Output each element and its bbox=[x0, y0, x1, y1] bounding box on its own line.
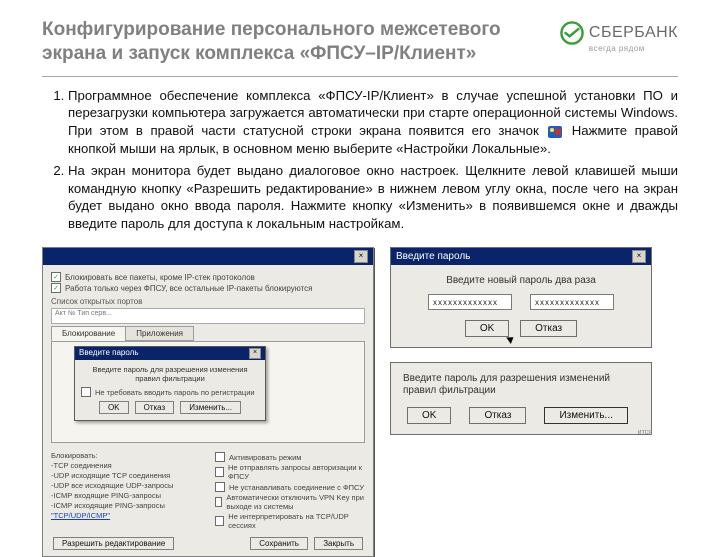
inner-password-dialog: Введите пароль × Введите пароль для разр… bbox=[74, 346, 266, 421]
header: Конфигурирование персонального межсетево… bbox=[42, 18, 678, 77]
slide: Конфигурирование персонального межсетево… bbox=[0, 0, 720, 540]
tray-icon bbox=[548, 126, 562, 138]
page-title: Конфигурирование персонального межсетево… bbox=[42, 18, 562, 66]
close-icon[interactable]: × bbox=[632, 250, 646, 263]
checkbox[interactable] bbox=[81, 387, 91, 397]
protocol-link[interactable]: "TCP/UDP/ICMP" bbox=[51, 511, 201, 520]
change-button[interactable]: Изменить... bbox=[544, 407, 627, 424]
instruction-1: Программное обеспечение комплекса «ФПСУ-… bbox=[68, 87, 678, 158]
ok-button[interactable]: OK bbox=[407, 407, 451, 424]
filter-dialog-message: Введите пароль для разрешения изменений … bbox=[403, 373, 639, 397]
body: Программное обеспечение комплекса «ФПСУ-… bbox=[42, 87, 678, 557]
close-icon[interactable]: × bbox=[354, 250, 368, 263]
checkbox[interactable]: ✓ bbox=[51, 283, 61, 293]
cancel-button[interactable]: Отказ bbox=[135, 401, 175, 414]
password-field-2[interactable]: xxxxxxxxxxxxx bbox=[530, 294, 614, 310]
close-icon[interactable]: × bbox=[249, 348, 261, 359]
instruction-list: Программное обеспечение комплекса «ФПСУ-… bbox=[42, 87, 678, 234]
checkbox[interactable] bbox=[215, 497, 222, 507]
password-dialog-title: Введите пароль bbox=[396, 251, 470, 262]
settings-window-titlebar: × bbox=[43, 248, 373, 265]
tabs: Блокирование Приложения bbox=[51, 326, 365, 341]
checkbox[interactable] bbox=[215, 516, 224, 526]
cancel-button[interactable]: Отказ bbox=[469, 407, 526, 424]
right-dialog-column: Введите пароль × Введите новый пароль дв… bbox=[390, 247, 652, 557]
logo-tagline: всегда рядом bbox=[589, 44, 678, 53]
logo-text: СБЕРБАНК bbox=[589, 24, 678, 42]
password-hint: Введите новый пароль два раза bbox=[401, 275, 641, 286]
close-button[interactable]: Закрыть bbox=[314, 537, 363, 550]
inner-dialog-title: Введите пароль bbox=[79, 348, 139, 359]
ok-button[interactable]: OK bbox=[465, 320, 509, 337]
cropped-text: ится bbox=[634, 429, 652, 436]
cancel-button[interactable]: Отказ bbox=[520, 320, 577, 337]
ok-button[interactable]: OK bbox=[99, 401, 129, 414]
instruction-2: На экран монитора будет выдано диалогово… bbox=[68, 162, 678, 233]
checkbox[interactable] bbox=[215, 482, 225, 492]
brand-logo: СБЕРБАНК всегда рядом bbox=[559, 20, 678, 53]
checkbox[interactable]: ✓ bbox=[51, 272, 61, 282]
allow-edit-button[interactable]: Разрешить редактирование bbox=[53, 537, 174, 550]
screenshots-row: × ✓Блокировать все пакеты, кроме IP-стек… bbox=[42, 247, 678, 557]
tab-blocking[interactable]: Блокирование bbox=[51, 326, 126, 341]
checkbox[interactable] bbox=[215, 452, 225, 462]
password-field-1[interactable]: xxxxxxxxxxxxx bbox=[428, 294, 512, 310]
tab-panel: Введите пароль × Введите пароль для разр… bbox=[51, 341, 365, 443]
password-dialog: Введите пароль × Введите новый пароль дв… bbox=[390, 247, 652, 348]
filter-password-dialog: Введите пароль для разрешения изменений … bbox=[390, 362, 652, 435]
sberbank-icon bbox=[559, 20, 585, 46]
tab-apps[interactable]: Приложения bbox=[125, 326, 194, 341]
save-button[interactable]: Сохранить bbox=[250, 537, 308, 550]
change-button[interactable]: Изменить... bbox=[180, 401, 241, 414]
ports-list-header: Акт № Тип серв... bbox=[51, 308, 365, 324]
settings-window: × ✓Блокировать все пакеты, кроме IP-стек… bbox=[42, 247, 374, 557]
checkbox[interactable] bbox=[215, 467, 224, 477]
